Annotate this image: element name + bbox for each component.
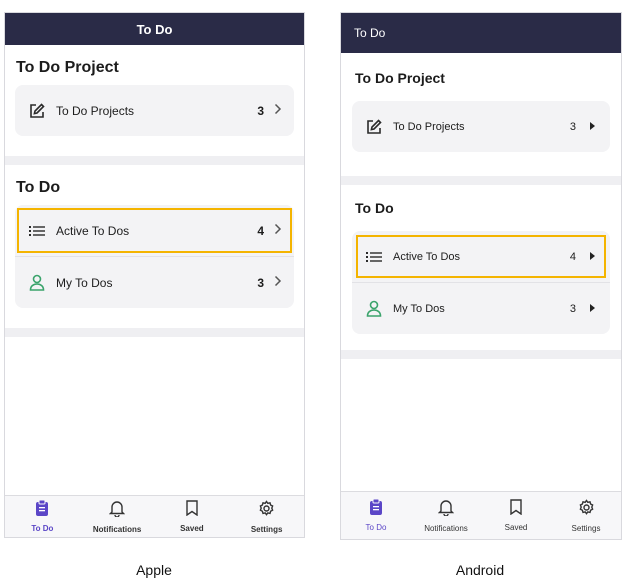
tab-to-do[interactable]: To Do — [5, 496, 80, 537]
bookmark-icon — [510, 499, 522, 520]
tab-label: Settings — [571, 523, 601, 533]
android-phone-screen: To Do To Do Project To Do Projects 3 To … — [340, 12, 622, 540]
row-active-to-dos[interactable]: Active To Dos 4 — [352, 231, 610, 282]
project-section: To Do Project To Do Projects 3 — [341, 53, 621, 176]
bell-icon — [108, 500, 126, 522]
tab-settings[interactable]: Settings — [551, 492, 621, 539]
clipboard-icon — [370, 498, 382, 520]
row-my-to-dos[interactable]: My To Dos 3 — [352, 283, 610, 334]
row-count: 3 — [569, 120, 576, 133]
caption-android: Android — [455, 562, 505, 578]
tab-settings[interactable]: Settings — [229, 496, 304, 537]
tab-label: Saved — [504, 523, 528, 532]
caret-right-icon — [590, 121, 596, 133]
tab-label: Saved — [180, 524, 204, 533]
chevron-right-icon — [274, 275, 282, 290]
user-icon — [365, 300, 383, 318]
tab-notifications[interactable]: Notifications — [411, 492, 481, 539]
todo-card: Active To Dos 4 My To Dos 3 — [352, 231, 610, 334]
tab-to-do[interactable]: To Do — [341, 492, 411, 539]
gear-icon — [258, 499, 275, 522]
app-header: To Do — [5, 13, 304, 45]
todo-card: Active To Dos 4 My To Dos 3 — [15, 205, 294, 308]
chevron-right-icon — [274, 103, 282, 118]
gear-icon — [578, 498, 595, 521]
clipboard-icon — [36, 499, 49, 521]
highlight-box — [17, 208, 292, 253]
bookmark-icon — [186, 500, 198, 521]
section-gap — [341, 350, 621, 359]
tab-notifications[interactable]: Notifications — [80, 496, 155, 537]
row-label: My To Dos — [56, 275, 113, 290]
edit-icon — [28, 102, 46, 120]
caret-right-icon — [590, 303, 596, 315]
row-to-do-projects[interactable]: To Do Projects 3 — [15, 85, 294, 136]
section-gap — [5, 156, 304, 165]
row-label: My To Dos — [393, 302, 445, 315]
tab-saved[interactable]: Saved — [481, 492, 551, 539]
section-gap — [341, 176, 621, 185]
user-icon — [28, 274, 46, 292]
tab-bar: To Do Notifications Saved Settings — [341, 491, 621, 539]
tab-label: Notifications — [92, 524, 142, 534]
project-section: To Do Project To Do Projects 3 — [5, 45, 304, 156]
todo-section: To Do Active To Dos 4 My To Dos 3 — [341, 185, 621, 350]
tab-label: To Do — [365, 523, 387, 532]
project-card: To Do Projects 3 — [15, 85, 294, 136]
tab-label: To Do — [31, 524, 54, 533]
bell-icon — [437, 499, 455, 521]
row-to-do-projects[interactable]: To Do Projects 3 — [352, 101, 610, 152]
row-count: 3 — [257, 275, 264, 290]
section-title-project: To Do Project — [355, 70, 445, 86]
tab-label: Settings — [250, 524, 283, 534]
row-active-to-dos[interactable]: Active To Dos 4 — [15, 205, 294, 256]
section-title-project: To Do Project — [16, 59, 119, 76]
row-count: 3 — [257, 103, 264, 118]
todo-section: To Do Active To Dos 4 My To Dos 3 — [5, 165, 304, 328]
section-title-todo: To Do — [16, 179, 61, 196]
section-gap — [5, 328, 304, 337]
row-label: To Do Projects — [56, 103, 135, 118]
tab-label: Notifications — [424, 523, 468, 533]
section-title-todo: To Do — [355, 200, 394, 216]
app-header: To Do — [341, 13, 621, 53]
row-count: 3 — [569, 302, 576, 315]
highlight-box — [356, 235, 606, 278]
tab-saved[interactable]: Saved — [155, 496, 230, 537]
row-label: To Do Projects — [393, 120, 465, 133]
edit-icon — [365, 118, 383, 136]
header-title: To Do — [354, 26, 386, 40]
row-my-to-dos[interactable]: My To Dos 3 — [15, 257, 294, 308]
apple-phone-screen: To Do To Do Project To Do Projects 3 To … — [4, 12, 305, 538]
project-card: To Do Projects 3 — [352, 101, 610, 152]
tab-bar: To Do Notifications Saved Settings — [5, 495, 304, 537]
caption-apple: Apple — [136, 562, 172, 578]
header-title: To Do — [136, 21, 173, 37]
